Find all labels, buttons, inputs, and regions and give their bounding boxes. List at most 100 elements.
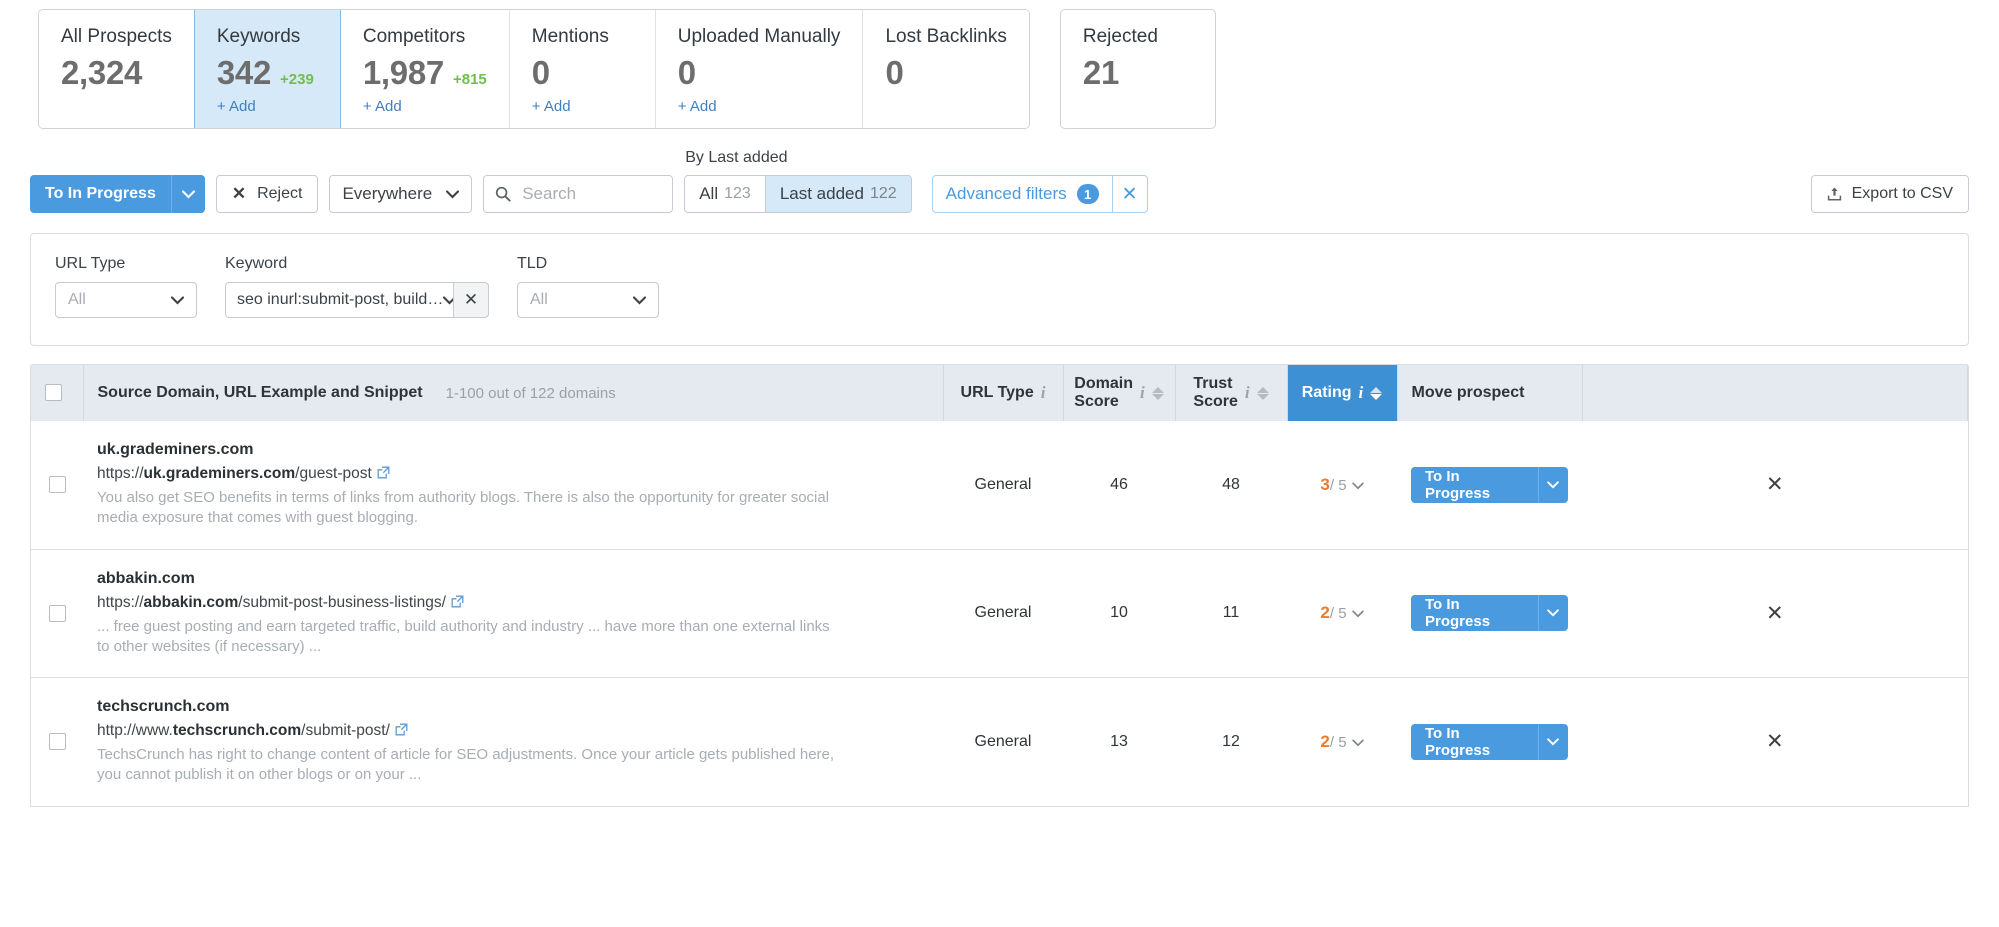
row-url[interactable]: https://abbakin.com/submit-post-business… (97, 594, 929, 612)
action-toolbar: To In Progress ✕ Reject Everywhere By La… (0, 171, 1999, 217)
url-type-select[interactable]: All (55, 282, 197, 318)
kpi-label: All Prospects (61, 26, 172, 49)
sort-arrows-icon[interactable] (1257, 387, 1269, 400)
segment-last-added-count: 122 (870, 185, 897, 203)
header-trust-score[interactable]: Trust Score i (1175, 365, 1287, 421)
info-icon[interactable]: i (1140, 383, 1145, 403)
external-link-icon[interactable] (377, 466, 390, 479)
segment-last-added[interactable]: Last added 122 (766, 176, 911, 212)
kpi-add-link[interactable]: + Add (678, 98, 841, 115)
row-rating-cell[interactable]: 2/ 5 (1287, 549, 1397, 678)
chevron-down-icon[interactable] (171, 175, 205, 213)
kpi-label: Mentions (532, 26, 633, 49)
keyword-select[interactable]: seo inurl:submit-post, build… (225, 282, 453, 318)
advanced-filters-badge: 1 (1077, 184, 1099, 204)
row-url-prefix: https:// (97, 594, 144, 611)
row-url-domain: uk.grademiners.com (144, 465, 296, 482)
row-checkbox[interactable] (49, 476, 66, 493)
select-all-header (31, 365, 83, 421)
move-to-in-progress-button[interactable]: To In Progress (30, 175, 205, 213)
segment-last-added-label: Last added (780, 184, 864, 204)
row-domain-score: 46 (1063, 421, 1175, 549)
row-rating-value: 2 (1320, 732, 1329, 751)
info-icon[interactable]: i (1359, 383, 1364, 403)
table-row[interactable]: techscrunch.com http://www.techscrunch.c… (31, 678, 1968, 807)
kpi-card-lost-backlinks[interactable]: Lost Backlinks 0 (863, 10, 1028, 128)
kpi-add-link[interactable]: + Add (532, 98, 633, 115)
row-domain-score: 13 (1063, 678, 1175, 807)
kpi-add-link[interactable]: + Add (217, 98, 318, 115)
header-trust-score-inner: Trust Score i (1190, 375, 1273, 411)
info-icon[interactable]: i (1245, 383, 1250, 403)
row-checkbox[interactable] (49, 733, 66, 750)
table-row[interactable]: abbakin.com https://abbakin.com/submit-p… (31, 549, 1968, 678)
remove-prospect-icon[interactable]: ✕ (1766, 473, 1784, 496)
kpi-card-mentions[interactable]: Mentions 0 + Add (510, 10, 656, 128)
sort-arrows-icon[interactable] (1370, 387, 1382, 400)
row-snippet: TechsCrunch has right to change content … (97, 745, 837, 786)
tld-select-value: All (530, 291, 548, 309)
row-url[interactable]: https://uk.grademiners.com/guest-post (97, 465, 929, 483)
header-url-type[interactable]: URL Type i (943, 365, 1063, 421)
kpi-value: 0 (678, 56, 696, 91)
table-header-row: Source Domain, URL Example and Snippet 1… (31, 365, 1968, 421)
remove-prospect-icon[interactable]: ✕ (1766, 602, 1784, 625)
chevron-down-icon[interactable] (1538, 595, 1568, 631)
row-url-path: /submit-post/ (301, 722, 390, 739)
header-domain-score[interactable]: Domain Score i (1063, 365, 1175, 421)
table-body: uk.grademiners.com https://uk.grademiner… (31, 421, 1968, 806)
row-move-to-in-progress-button[interactable]: To In Progress (1411, 595, 1568, 631)
row-url-domain: techscrunch.com (173, 722, 301, 739)
chevron-down-icon[interactable] (1352, 735, 1364, 750)
scope-select[interactable]: Everywhere (329, 175, 472, 213)
tld-select[interactable]: All (517, 282, 659, 318)
kpi-card-competitors[interactable]: Competitors 1,987 +815 + Add (341, 10, 510, 128)
kpi-add-link[interactable]: + Add (363, 98, 487, 115)
kpi-card-uploaded-manually[interactable]: Uploaded Manually 0 + Add (656, 10, 864, 128)
kpi-card-keywords[interactable]: Keywords 342 +239 + Add (195, 10, 341, 128)
table-row[interactable]: uk.grademiners.com https://uk.grademiner… (31, 421, 1968, 549)
reject-button[interactable]: ✕ Reject (216, 175, 319, 213)
row-rating-cell[interactable]: 2/ 5 (1287, 678, 1397, 807)
external-link-icon[interactable] (451, 595, 464, 608)
header-trust-score-line2: Score (1193, 393, 1237, 411)
row-select-cell (31, 549, 83, 678)
chevron-down-icon[interactable] (1352, 478, 1364, 493)
remove-prospect-icon[interactable]: ✕ (1766, 730, 1784, 753)
row-move-to-in-progress-button[interactable]: To In Progress (1411, 467, 1568, 503)
search-box[interactable] (483, 175, 673, 213)
header-move-prospect-label: Move prospect (1412, 384, 1525, 401)
row-checkbox[interactable] (49, 605, 66, 622)
external-link-icon[interactable] (395, 723, 408, 736)
clear-keyword-filter-icon[interactable]: ✕ (453, 282, 489, 318)
kpi-label: Rejected (1083, 26, 1193, 49)
kpi-value: 342 (217, 56, 271, 91)
header-rating[interactable]: Rating i (1287, 365, 1397, 421)
row-rating-cell[interactable]: 3/ 5 (1287, 421, 1397, 549)
row-url-prefix: https:// (97, 465, 144, 482)
chevron-down-icon[interactable] (1538, 724, 1568, 760)
row-url-prefix: http://www. (97, 722, 173, 739)
reject-button-label: Reject (257, 185, 302, 203)
row-move-to-in-progress-button[interactable]: To In Progress (1411, 724, 1568, 760)
segment-all[interactable]: All 123 (685, 176, 766, 212)
advanced-filters-button[interactable]: Advanced filters 1 (933, 176, 1113, 212)
kpi-card-all-prospects[interactable]: All Prospects 2,324 (39, 10, 195, 128)
search-input[interactable] (520, 183, 661, 205)
header-domain-score-line2: Score (1074, 393, 1133, 411)
kpi-card-rejected[interactable]: Rejected 21 (1060, 9, 1216, 129)
row-move-cell: To In Progress (1397, 678, 1582, 807)
sort-arrows-icon[interactable] (1152, 387, 1164, 400)
filter-label-keyword: Keyword (225, 255, 489, 273)
chevron-down-icon (446, 190, 459, 199)
kpi-value-row: 0 (678, 56, 841, 91)
row-select-cell (31, 421, 83, 549)
chevron-down-icon[interactable] (1538, 467, 1568, 503)
row-url[interactable]: http://www.techscrunch.com/submit-post/ (97, 722, 929, 740)
select-all-checkbox[interactable] (45, 384, 62, 401)
export-to-csv-button[interactable]: Export to CSV (1811, 175, 1969, 213)
info-icon[interactable]: i (1041, 383, 1046, 403)
row-domain-name: techscrunch.com (97, 698, 929, 716)
clear-advanced-filters-icon[interactable]: ✕ (1113, 176, 1147, 212)
chevron-down-icon[interactable] (1352, 606, 1364, 621)
